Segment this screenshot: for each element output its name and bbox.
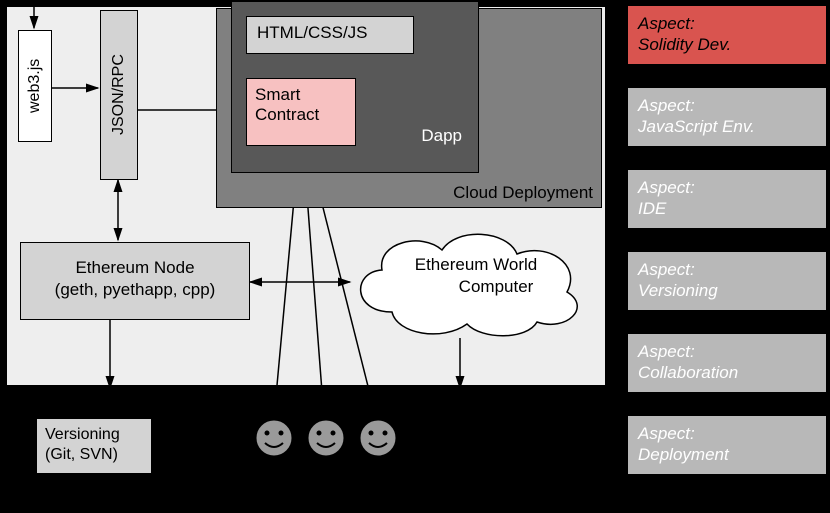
ethereum-world-text: Ethereum World Computer [382, 254, 570, 298]
aspects-panel: Aspect: Solidity Dev. Aspect: JavaScript… [628, 6, 826, 498]
aspect-deployment[interactable]: Aspect: Deployment [628, 416, 826, 474]
aspect-versioning[interactable]: Aspect: Versioning [628, 252, 826, 310]
jsonrpc-label: JSON/RPC [110, 55, 128, 136]
web3js-label: web3.js [26, 59, 44, 113]
ethereum-node-box: Ethereum Node (geth, pyethapp, cpp) [20, 242, 250, 320]
aspect-label2: Solidity Dev. [638, 35, 731, 54]
smiley-icon [254, 418, 294, 458]
aspect-ide[interactable]: Aspect: IDE [628, 170, 826, 228]
aspect-label1: Aspect: [638, 96, 695, 115]
versioning-box: Versioning (Git, SVN) [36, 418, 152, 474]
aspect-label2: IDE [638, 199, 666, 218]
eth-node-line2: (geth, pyethapp, cpp) [21, 279, 249, 301]
versioning-label: Versioning (Git, SVN) [45, 426, 120, 463]
cloud-deployment-box: HTML/CSS/JS Smart Contract Dapp Cloud De… [216, 8, 602, 208]
web3js-box: web3.js [18, 30, 52, 142]
aspect-label1: Aspect: [638, 14, 695, 33]
eth-node-line1: Ethereum Node [21, 257, 249, 279]
htmlcssjs-label: HTML/CSS/JS [257, 23, 368, 42]
aspect-label1: Aspect: [638, 260, 695, 279]
aspect-label2: Versioning [638, 281, 718, 300]
eth-world-line1: Ethereum World [415, 255, 538, 274]
cloud-deployment-label: Cloud Deployment [453, 183, 593, 203]
aspect-solidity-dev[interactable]: Aspect: Solidity Dev. [628, 6, 826, 64]
smiley-icon [306, 418, 346, 458]
jsonrpc-box: JSON/RPC [100, 10, 138, 180]
dapp-box: HTML/CSS/JS Smart Contract Dapp [231, 1, 479, 173]
aspect-javascript-env[interactable]: Aspect: JavaScript Env. [628, 88, 826, 146]
aspect-label2: Collaboration [638, 363, 738, 382]
aspect-label1: Aspect: [638, 342, 695, 361]
smart-contract-box: Smart Contract [246, 78, 356, 146]
ethereum-world-cloud: Ethereum World Computer [342, 222, 590, 340]
aspect-label2: JavaScript Env. [638, 117, 755, 136]
aspect-collaboration[interactable]: Aspect: Collaboration [628, 334, 826, 392]
eth-world-line2: Computer [419, 277, 534, 296]
aspect-label1: Aspect: [638, 178, 695, 197]
aspect-label1: Aspect: [638, 424, 695, 443]
aspect-label2: Deployment [638, 445, 729, 464]
htmlcssjs-box: HTML/CSS/JS [246, 16, 414, 54]
smart-contract-label: Smart Contract [255, 85, 319, 124]
dapp-label: Dapp [421, 126, 462, 146]
smiley-icon [358, 418, 398, 458]
